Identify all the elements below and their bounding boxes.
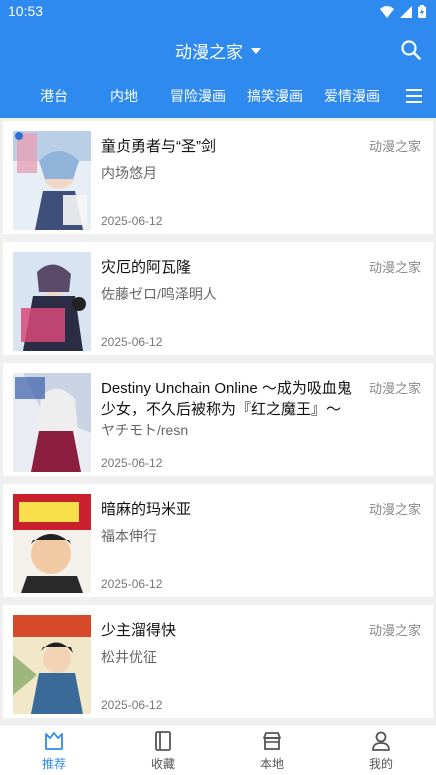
comic-cover[interactable]	[13, 131, 91, 230]
book-icon[interactable]	[151, 729, 175, 753]
comic-source: 动漫之家	[368, 260, 421, 275]
status-icons	[380, 5, 426, 18]
tab-mainland[interactable]: 内地	[110, 86, 138, 106]
bottom-nav: 推荐 收藏 本地 我的	[0, 724, 436, 775]
battery-icon	[418, 5, 426, 18]
comic-author: 松井优征	[101, 649, 157, 665]
nav-local[interactable]: 本地	[242, 729, 302, 772]
comic-cover[interactable]	[13, 252, 91, 351]
comic-title-line[interactable]: 少女，不久后被称为『红之魔王』～	[101, 399, 363, 420]
comic-date: 2025-06-12	[101, 698, 163, 712]
comic-source: 动漫之家	[368, 502, 421, 517]
signal-icon	[400, 5, 412, 18]
comic-card[interactable]: 童贞勇者与“圣”剑 内场悠月 动漫之家 2025-06-12	[3, 121, 433, 234]
comic-source: 动漫之家	[368, 623, 421, 638]
comic-title[interactable]: Destiny Unchain Online ～成为吸血鬼 少女，不久后被称为『红…	[101, 378, 363, 420]
nav-recommend[interactable]: 推荐	[24, 729, 84, 772]
comic-date: 2025-06-12	[101, 577, 163, 591]
tab-hk-tw[interactable]: 港台	[40, 86, 68, 106]
nav-label[interactable]: 推荐	[42, 755, 66, 772]
comic-cover[interactable]	[13, 615, 91, 714]
comic-source: 动漫之家	[368, 139, 421, 154]
comic-cover[interactable]	[13, 494, 91, 593]
wifi-icon	[380, 5, 394, 18]
status-bar: 10:53	[0, 0, 436, 24]
store-icon[interactable]	[260, 729, 284, 753]
app-bar: 动漫之家	[0, 24, 436, 76]
tab-comedy[interactable]: 搞笑漫画	[247, 86, 303, 106]
comic-title-line[interactable]: Destiny Unchain Online ～成为吸血鬼	[101, 378, 363, 399]
comic-title[interactable]: 童贞勇者与“圣”剑	[101, 136, 363, 157]
nav-profile[interactable]: 我的	[351, 729, 411, 772]
recommend-icon[interactable]	[42, 729, 66, 753]
comic-cover[interactable]	[13, 373, 91, 472]
category-tabs: 港台 内地 冒险漫画 搞笑漫画 爱情漫画	[0, 76, 436, 118]
dropdown-arrow-icon[interactable]	[251, 47, 261, 54]
app-title[interactable]: 动漫之家	[175, 38, 243, 63]
comic-date: 2025-06-12	[101, 214, 163, 228]
search-icon[interactable]	[398, 37, 424, 63]
comic-card[interactable]: 少主溜得快 松井优征 动漫之家 2025-06-12	[3, 605, 433, 718]
nav-label[interactable]: 本地	[260, 755, 284, 772]
comic-title[interactable]: 灾厄的阿瓦隆	[101, 257, 363, 278]
person-icon[interactable]	[369, 729, 393, 753]
nav-label[interactable]: 收藏	[151, 755, 175, 772]
comic-card[interactable]: 暗麻的玛米亚 福本伸行 动漫之家 2025-06-12	[3, 484, 433, 597]
tab-romance[interactable]: 爱情漫画	[324, 86, 380, 106]
menu-icon[interactable]	[404, 87, 424, 105]
source-selector[interactable]: 动漫之家	[0, 38, 436, 63]
comic-source: 动漫之家	[368, 381, 421, 396]
comic-author: ヤチモト/resn	[101, 422, 189, 438]
comic-date: 2025-06-12	[101, 335, 163, 349]
nav-label[interactable]: 我的	[369, 755, 393, 772]
comic-list: 童贞勇者与“圣”剑 内场悠月 动漫之家 2025-06-12 灾厄的阿瓦隆 佐藤…	[0, 118, 436, 724]
comic-author: 佐藤ゼロ/鸣泽明人	[101, 286, 217, 302]
comic-date: 2025-06-12	[101, 456, 163, 470]
tab-adventure[interactable]: 冒险漫画	[170, 86, 226, 106]
comic-author: 福本伸行	[101, 528, 157, 544]
comic-title[interactable]: 暗麻的玛米亚	[101, 499, 363, 520]
comic-title[interactable]: 少主溜得快	[101, 620, 363, 641]
comic-author: 内场悠月	[101, 165, 157, 181]
comic-card[interactable]: Destiny Unchain Online ～成为吸血鬼 少女，不久后被称为『红…	[3, 363, 433, 476]
comic-card[interactable]: 灾厄的阿瓦隆 佐藤ゼロ/鸣泽明人 动漫之家 2025-06-12	[3, 242, 433, 355]
nav-favorites[interactable]: 收藏	[133, 729, 193, 772]
status-time: 10:53	[8, 3, 44, 19]
